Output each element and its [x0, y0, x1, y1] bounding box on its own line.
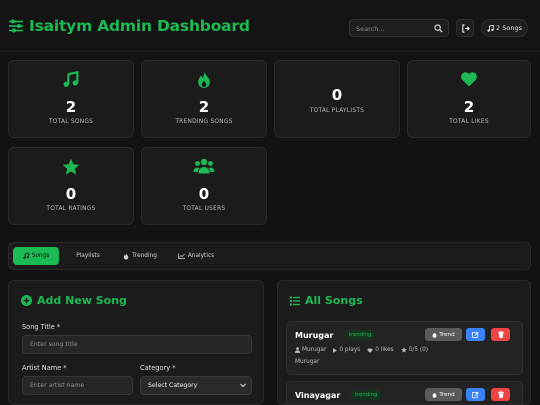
delete-button[interactable] [491, 328, 510, 341]
all-songs-heading: All Songs [290, 294, 363, 307]
stat-value: 2 [65, 98, 77, 116]
edit-button[interactable] [466, 388, 485, 401]
trash-icon [497, 391, 504, 398]
top-header: Isaitym Admin Dashboard 2 Songs [0, 0, 540, 52]
page-title: Isaitym Admin Dashboard [29, 17, 250, 35]
add-song-heading: Add New Song [21, 294, 127, 307]
song-meta: Murugar 0 plays 0 likes 0/5 (0) [295, 347, 435, 353]
song-rating-text: 0/5 (0) [408, 347, 429, 353]
stat-label: TRENDING SONGS [175, 119, 233, 125]
stat-card-total-playlists: 0 TOTAL PLAYLISTS [274, 60, 400, 138]
panel-title-text: All Songs [305, 294, 363, 307]
tab-analytics[interactable]: Analytics [171, 247, 221, 265]
stat-label: TOTAL SONGS [48, 119, 94, 125]
stat-card-trending-songs: 2 TRENDING SONGS [141, 60, 267, 138]
tab-label: Analytics [187, 253, 215, 259]
stat-value: 2 [198, 98, 210, 116]
trend-button-label: Trend [439, 391, 455, 398]
artist-name-label: Artist Name * [22, 364, 67, 372]
fire-icon [123, 252, 129, 260]
stat-card-total-ratings: 0 TOTAL RATINGS [8, 147, 134, 225]
stat-value: 0 [198, 185, 210, 203]
star-icon [62, 158, 80, 175]
trend-button[interactable]: Trend [425, 328, 462, 341]
plus-circle-icon [21, 295, 32, 306]
users-icon [193, 158, 215, 174]
fire-icon [432, 391, 437, 398]
brand: Isaitym Admin Dashboard [8, 17, 250, 35]
category-label: Category * [140, 364, 176, 372]
stat-label: TOTAL RATINGS [46, 206, 96, 212]
list-icon [290, 296, 300, 305]
add-song-panel: Add New Song Song Title * Artist Name * … [8, 280, 264, 405]
tab-label: Playlists [76, 253, 100, 259]
search-input[interactable] [356, 23, 432, 34]
music-note-icon [23, 253, 29, 259]
trending-badge: trending [345, 330, 376, 340]
stat-label: TOTAL USERS [182, 206, 226, 212]
stat-label: TOTAL PLAYLISTS [309, 108, 365, 114]
song-title: Vinayagar [295, 391, 341, 400]
fire-icon [198, 71, 210, 88]
trend-button[interactable]: Trend [425, 388, 462, 401]
all-songs-panel: All Songs Murugar trending Trend Murugar… [277, 280, 531, 405]
stat-card-total-songs: 2 TOTAL SONGS [8, 60, 134, 138]
tabs-bar: Songs Playlists Trending Analytics [8, 242, 531, 270]
chart-icon [177, 253, 185, 259]
trend-button-label: Trend [439, 331, 455, 338]
song-title: Murugar [295, 331, 334, 340]
song-title-label: Song Title * [22, 323, 61, 331]
edit-icon [472, 391, 479, 398]
user-icon [295, 347, 300, 353]
song-item: Murugar trending Trend Murugar 0 plays 0… [286, 321, 523, 375]
songs-count-label: 2 Songs [496, 24, 522, 32]
heart-icon [367, 347, 373, 353]
song-title-input[interactable] [22, 335, 252, 354]
tab-label: Songs [31, 253, 50, 259]
tab-label: Trending [132, 253, 157, 259]
tab-trending[interactable]: Trending [115, 247, 165, 265]
trash-icon [497, 331, 504, 338]
song-likes-text: 0 likes [375, 347, 394, 353]
play-icon [333, 347, 338, 353]
stat-value: 2 [463, 98, 475, 116]
heart-icon [461, 72, 477, 87]
song-plays-text: 0 plays [339, 347, 361, 353]
tab-playlists[interactable]: Playlists [67, 247, 109, 265]
stat-value: 0 [65, 185, 77, 203]
tab-songs[interactable]: Songs [13, 247, 59, 265]
logout-icon [461, 23, 470, 33]
stat-card-total-likes: 2 TOTAL LIKES [407, 60, 531, 138]
songs-count-badge[interactable]: 2 Songs [481, 19, 528, 37]
sliders-icon [9, 19, 23, 33]
edit-button[interactable] [466, 328, 485, 341]
delete-button[interactable] [491, 388, 510, 401]
song-meta-plays: 0 plays [333, 347, 360, 353]
fire-icon [432, 331, 437, 338]
trending-badge: trending [351, 390, 382, 400]
music-note-icon [63, 71, 79, 87]
category-select[interactable]: Select Category [140, 376, 252, 395]
song-meta-likes: 0 likes [367, 347, 394, 353]
song-artist-text: Murugar [302, 347, 327, 353]
star-icon [400, 347, 407, 353]
logout-button[interactable] [456, 19, 474, 37]
category-select-value: Select Category [148, 382, 198, 389]
stat-card-total-users: 0 TOTAL USERS [141, 147, 267, 225]
song-meta-artist: Murugar [295, 347, 326, 353]
panel-title-text: Add New Song [37, 294, 127, 307]
music-note-icon [487, 24, 494, 32]
search-box[interactable] [349, 19, 449, 37]
edit-icon [472, 331, 479, 338]
song-meta-rating: 0/5 (0) [400, 347, 429, 353]
search-icon[interactable] [434, 24, 443, 33]
artist-name-input[interactable] [22, 376, 133, 395]
stat-label: TOTAL LIKES [449, 119, 489, 125]
song-artist-line: Murugar [295, 359, 320, 365]
chevron-down-icon [240, 383, 246, 388]
stat-value: 0 [331, 86, 343, 104]
song-item: Vinayagar trending Trend [286, 381, 523, 404]
